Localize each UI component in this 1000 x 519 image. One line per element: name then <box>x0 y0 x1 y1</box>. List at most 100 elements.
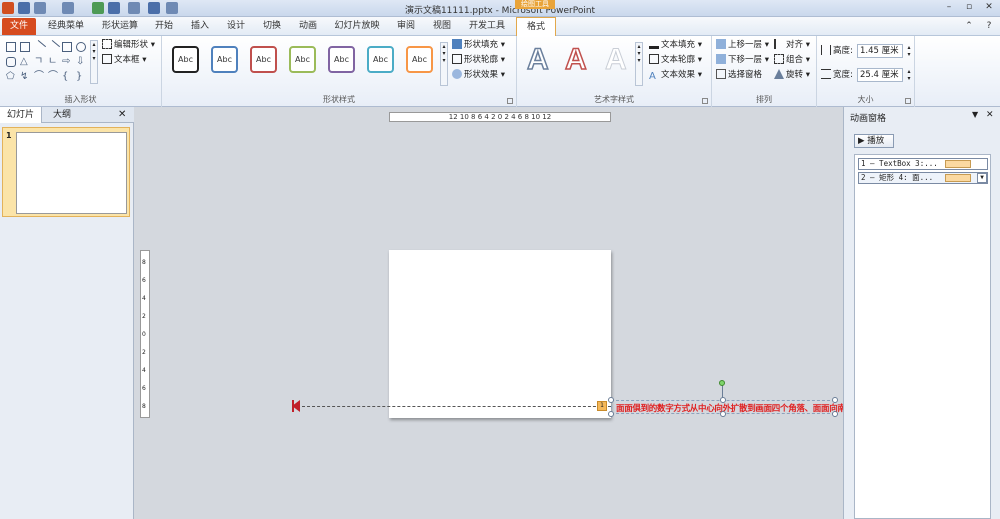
close-panel-icon[interactable]: ✕ <box>118 109 126 120</box>
resize-handle[interactable] <box>832 397 838 403</box>
textbox-shape-icon[interactable] <box>20 42 30 52</box>
restore-icon[interactable]: ▫ <box>960 1 978 14</box>
shapes-gallery-scroll[interactable]: ▴ ▾ ▾ <box>90 40 98 84</box>
line-shape-icon[interactable] <box>31 39 47 55</box>
tab-design[interactable]: 设计 <box>222 17 250 36</box>
shape-style-sample[interactable]: Abc <box>289 46 316 73</box>
tab-review[interactable]: 审阅 <box>392 17 420 36</box>
animation-item[interactable]: 2 — 矩形 4: 面... ▼ <box>858 172 988 184</box>
right-arrow-shape-icon[interactable]: ⇨ <box>62 57 72 67</box>
send-backward-icon <box>716 54 726 64</box>
curve-shape-icon[interactable]: ⌒ <box>34 72 44 82</box>
shape-style-sample[interactable]: Abc <box>328 46 355 73</box>
play-button[interactable]: ▶ 播放 <box>854 134 894 148</box>
vertical-ruler: 8 6 4 2 0 2 4 6 8 <box>140 250 150 418</box>
help-icon[interactable]: ? <box>980 20 998 33</box>
text-fill-label: 文本填充 <box>661 40 696 50</box>
tab-outline[interactable]: 大纲 <box>42 107 82 123</box>
rotation-handle[interactable] <box>719 380 725 386</box>
wordart-sample[interactable]: A <box>605 42 628 78</box>
connector-shape-icon[interactable]: ㄴ <box>48 57 58 67</box>
width-input[interactable]: 25.4 厘米 <box>857 68 903 82</box>
tab-animations[interactable]: 动画 <box>294 17 322 36</box>
resize-handle[interactable] <box>608 397 614 403</box>
height-spinner[interactable]: ▴ ▾ <box>905 44 913 58</box>
size-group: 高度: 1.45 厘米 ▴ ▾ 宽度: 25.4 厘米 ▴ ▾ 大小 <box>817 36 915 107</box>
slide-thumbnail-selected[interactable]: 1 <box>2 127 130 217</box>
tab-file[interactable]: 文件 <box>2 18 36 35</box>
close-icon[interactable]: ✕ <box>980 1 998 14</box>
edit-shape-button[interactable]: 编辑形状 ▾ <box>102 38 155 53</box>
animation-item[interactable]: 1 — TextBox 3:... <box>858 158 988 170</box>
pentagon-shape-icon[interactable]: ⬠ <box>6 72 16 82</box>
wordart-sample[interactable]: A <box>526 42 549 78</box>
title-bar: 演示文稿11111.pptx - Microsoft PowerPoint 绘图… <box>0 0 1000 17</box>
minimize-icon[interactable]: – <box>940 1 958 14</box>
resize-handle[interactable] <box>832 411 838 417</box>
shape-style-sample[interactable]: Abc <box>250 46 277 73</box>
selection-pane-button[interactable]: 选择窗格 <box>716 68 762 83</box>
resize-handle[interactable] <box>608 411 614 417</box>
height-input[interactable]: 1.45 厘米 <box>857 44 903 58</box>
resize-handle[interactable] <box>720 397 726 403</box>
pane-options-icon[interactable]: ▼ <box>972 110 978 119</box>
shape-style-sample[interactable]: Abc <box>406 46 433 73</box>
animation-tag[interactable]: 1 <box>597 401 607 411</box>
arrow-shape-icon[interactable] <box>45 39 61 55</box>
rotate-button[interactable]: 旋转 ▾ <box>774 68 810 83</box>
textbox-button[interactable]: 文本框 ▾ <box>102 53 146 68</box>
text-effects-button[interactable]: A 文本效果 ▾ <box>649 68 702 83</box>
dialog-launcher-icon[interactable] <box>905 98 911 104</box>
tab-classic-menu[interactable]: 经典菜单 <box>44 17 88 36</box>
brace-shape-icon[interactable]: } <box>76 72 86 82</box>
tab-shape-ops[interactable]: 形状运算 <box>98 17 142 36</box>
text-fill-button[interactable]: 文本填充 ▾ <box>649 38 702 53</box>
tab-view[interactable]: 视图 <box>428 17 456 36</box>
slide-thumbnail[interactable] <box>16 132 127 214</box>
shape-fill-button[interactable]: 形状填充 ▾ <box>452 38 505 53</box>
animation-list: 1 — TextBox 3:... 2 — 矩形 4: 面... ▼ <box>854 154 991 519</box>
width-spinner[interactable]: ▴ ▾ <box>905 68 913 82</box>
shape-effects-button[interactable]: 形状效果 ▾ <box>452 68 505 83</box>
rounded-rect-shape-icon[interactable] <box>6 57 16 67</box>
tab-slideshow[interactable]: 幻灯片放映 <box>330 17 384 36</box>
shape-styles-gallery-scroll[interactable]: ▴ ▾ ▾ <box>440 42 448 86</box>
close-pane-icon[interactable]: ✕ <box>986 110 994 120</box>
slide-canvas[interactable] <box>389 250 611 418</box>
motion-path-end-marker <box>292 400 294 412</box>
wordart-sample[interactable]: A <box>564 42 587 78</box>
send-backward-button[interactable]: 下移一层 ▾ <box>716 53 769 68</box>
bring-forward-label: 上移一层 <box>728 40 763 50</box>
resize-handle[interactable] <box>720 411 726 417</box>
tab-insert[interactable]: 插入 <box>186 17 214 36</box>
dialog-launcher-icon[interactable] <box>507 98 513 104</box>
tab-transitions[interactable]: 切换 <box>258 17 286 36</box>
freeform-shape-icon[interactable]: ↯ <box>20 72 30 82</box>
bring-forward-button[interactable]: 上移一层 ▾ <box>716 38 769 53</box>
brace-shape-icon[interactable]: { <box>62 72 72 82</box>
tab-developer[interactable]: 开发工具 <box>464 17 510 36</box>
shape-outline-button[interactable]: 形状轮廓 ▾ <box>452 53 505 68</box>
arc-shape-icon[interactable]: ⌒ <box>48 72 58 82</box>
textbox-shape-icon[interactable] <box>6 42 16 52</box>
wordart-gallery-scroll[interactable]: ▴ ▾ ▾ <box>635 42 643 86</box>
triangle-shape-icon[interactable]: △ <box>20 57 30 67</box>
oval-shape-icon[interactable] <box>76 42 86 52</box>
shape-style-sample[interactable]: Abc <box>367 46 394 73</box>
down-arrow-shape-icon[interactable]: ⇩ <box>76 57 86 67</box>
tab-slides[interactable]: 幻灯片 <box>0 107 42 123</box>
rectangle-shape-icon[interactable] <box>62 42 72 52</box>
motion-path-line[interactable] <box>297 406 611 407</box>
group-button[interactable]: 组合 ▾ <box>774 53 810 68</box>
tab-format[interactable]: 格式 <box>516 17 556 37</box>
slide-number: 1 <box>6 131 12 140</box>
align-button[interactable]: 对齐 ▾ <box>774 38 810 53</box>
shape-style-sample[interactable]: Abc <box>211 46 238 73</box>
dialog-launcher-icon[interactable] <box>702 98 708 104</box>
text-outline-button[interactable]: 文本轮廓 ▾ <box>649 53 702 68</box>
tab-home[interactable]: 开始 <box>150 17 178 36</box>
minimize-ribbon-icon[interactable]: ⌃ <box>960 20 978 33</box>
shape-style-sample[interactable]: Abc <box>172 46 199 73</box>
connector-shape-icon[interactable]: ㄱ <box>34 57 44 67</box>
item-dropdown-icon[interactable]: ▼ <box>977 173 987 183</box>
